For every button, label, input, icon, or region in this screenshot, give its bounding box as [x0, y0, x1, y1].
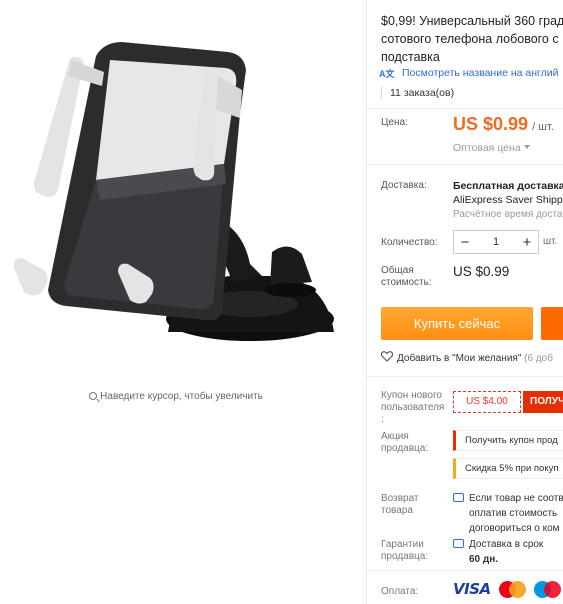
visa-logo: VISA — [453, 580, 491, 598]
return-text-line: Если товар не соотв — [469, 493, 563, 504]
price-amount: US $0.99 — [453, 114, 529, 134]
coupon-label-line: пользователя — [381, 402, 445, 413]
get-coupon-button[interactable]: ПОЛУЧ — [523, 391, 563, 413]
payment-label: Оплата: — [381, 586, 419, 597]
return-text-line: договориться о ком — [469, 523, 560, 534]
discount-promo[interactable]: Скидка 5% при покуп — [453, 458, 563, 479]
translate-link[interactable]: A文 Посмотреть название на англий — [379, 67, 559, 79]
coupon-label-line: Купон нового — [381, 390, 442, 401]
clock-icon — [453, 539, 464, 548]
wishlist-label[interactable]: Добавить в "Мои желания" — [397, 353, 521, 364]
add-to-wishlist[interactable]: Добавить в "Мои желания" (6 доб — [381, 351, 553, 364]
guarantee-days: 60 дн. — [469, 554, 499, 565]
return-label-line: товара — [381, 505, 413, 516]
guarantee-line: Доставка в срок — [469, 539, 544, 550]
divider — [367, 570, 563, 571]
quantity-decrease-button[interactable]: − — [454, 234, 476, 251]
price-unit: / шт. — [532, 121, 554, 133]
wholesale-price-toggle[interactable]: Оптовая цена — [453, 142, 530, 154]
shipping-method[interactable]: Бесплатная доставка AliExpress Saver Shi… — [453, 179, 563, 207]
total-label: Общая стоимость: — [381, 265, 432, 289]
payment-logos: VISA — [453, 580, 561, 598]
total-value: US $0.99 — [453, 264, 510, 279]
divider — [367, 164, 563, 165]
return-policy-label: Возврат товара — [381, 493, 419, 517]
quantity-stepper: − 1 + — [453, 230, 539, 254]
magnifier-icon — [89, 392, 98, 400]
return-text-line: оплатив стоимость — [469, 508, 558, 519]
shipping-label: Доставка: — [381, 180, 427, 191]
seller-guarantee-label: Гарантии продавца: — [381, 539, 428, 563]
shipping-line[interactable]: AliExpress Saver Shipp — [453, 193, 563, 207]
chevron-down-icon — [523, 145, 530, 149]
divider — [367, 108, 563, 109]
return-label-line: Возврат — [381, 493, 419, 504]
get-seller-coupon-button[interactable]: Получить купон прод — [453, 430, 563, 451]
translate-icon: A文 — [379, 69, 395, 79]
maestro-logo — [533, 580, 561, 598]
quantity-label: Количество: — [381, 237, 438, 248]
shipping-line[interactable]: Бесплатная доставка — [453, 179, 563, 193]
wholesale-label[interactable]: Оптовая цена — [453, 142, 521, 154]
promotion-label-line: Акция — [381, 431, 409, 442]
total-label-line: стоимость: — [381, 277, 432, 288]
return-icon — [453, 493, 464, 502]
price-value: US $0.99/ шт. — [453, 114, 554, 135]
coupon-label-line: : — [381, 414, 384, 425]
product-title-line: $0,99! Универсальный 360 град — [381, 14, 563, 28]
divider — [367, 376, 563, 377]
heart-icon — [381, 351, 393, 362]
quantity-input[interactable]: 1 — [476, 236, 516, 248]
guarantee-label-line: Гарантии — [381, 539, 424, 550]
product-image[interactable] — [0, 14, 366, 374]
wishlist-count: (6 доб — [524, 353, 553, 364]
return-policy-text: Если товар не соотв оплатив стоимость до… — [453, 491, 563, 536]
add-to-cart-button[interactable] — [541, 307, 563, 340]
mastercard-logo — [498, 580, 526, 598]
zoom-hint: Наведите курсор, чтобы увеличить — [0, 391, 352, 402]
guarantee-label-line: продавца: — [381, 551, 429, 562]
coupon-amount: US $4.00 — [453, 391, 521, 413]
shipping-estimate: Расчётное время доста — [453, 209, 563, 220]
buy-now-button[interactable]: Купить сейчас — [381, 307, 533, 340]
promotion-label-line: продавца: — [381, 443, 429, 454]
orders-count: 11 заказа(ов) — [381, 86, 454, 100]
total-label-line: Общая — [381, 265, 414, 276]
translate-link-text[interactable]: Посмотреть название на англий — [402, 67, 559, 79]
quantity-increase-button[interactable]: + — [516, 234, 538, 251]
seller-promotion-label: Акция продавца: — [381, 431, 428, 455]
product-title-line: сотового телефона лобового с — [381, 32, 559, 46]
seller-guarantee: Доставка в срок 60 дн. — [453, 537, 543, 567]
product-info-panel: $0,99! Универсальный 360 град сотового т… — [367, 0, 563, 604]
quantity-unit: шт. — [543, 236, 558, 247]
product-gallery: Наведите курсор, чтобы увеличить — [0, 0, 366, 604]
price-label: Цена: — [381, 117, 408, 128]
product-title: $0,99! Универсальный 360 град сотового т… — [381, 12, 563, 66]
zoom-hint-text: Наведите курсор, чтобы увеличить — [100, 391, 263, 402]
new-user-coupon-label: Купон нового пользователя : — [381, 390, 444, 426]
product-title-line: подставка — [381, 50, 440, 64]
